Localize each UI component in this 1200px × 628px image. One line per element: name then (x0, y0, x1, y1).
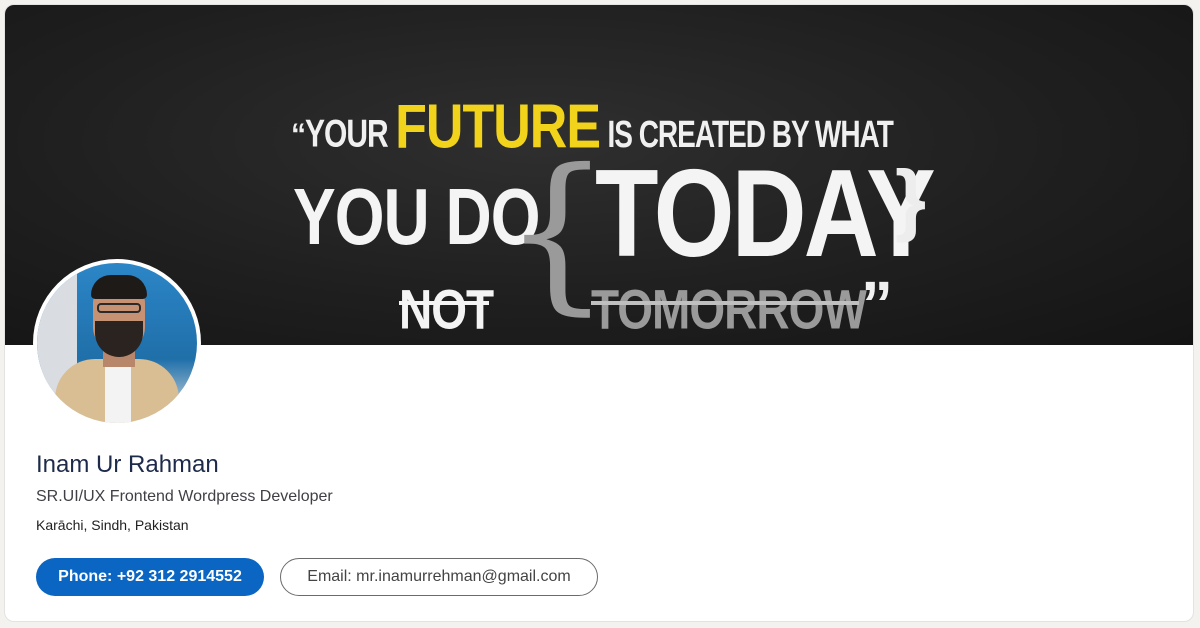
profile-name: Inam Ur Rahman (36, 451, 219, 478)
avatar-photo (37, 263, 197, 423)
avatar[interactable] (33, 259, 201, 427)
close-quote: ” (861, 268, 893, 340)
email-button[interactable]: Email: mr.inamurrehman@gmail.com (280, 558, 598, 596)
quote-word-today: TODAY (595, 144, 936, 284)
open-quote: “ (291, 118, 306, 151)
profile-location: Karāchi, Sindh, Pakistan (36, 517, 189, 533)
quote-word-your: YOUR (305, 112, 389, 156)
quote-brace-right: } (895, 154, 927, 243)
quote-word-tomorrow: TOMORROW (591, 278, 867, 341)
strike-line-not (399, 301, 489, 305)
strike-line-tomorrow (591, 301, 859, 305)
profile-headline: SR.UI/UX Frontend Wordpress Developer (36, 488, 333, 505)
profile-card: “YOUR FUTURE IS CREATED BY WHAT YOU DO {… (4, 4, 1194, 622)
quote-word-not: NOT (399, 278, 494, 341)
phone-button[interactable]: Phone: +92 312 2914552 (36, 558, 264, 596)
